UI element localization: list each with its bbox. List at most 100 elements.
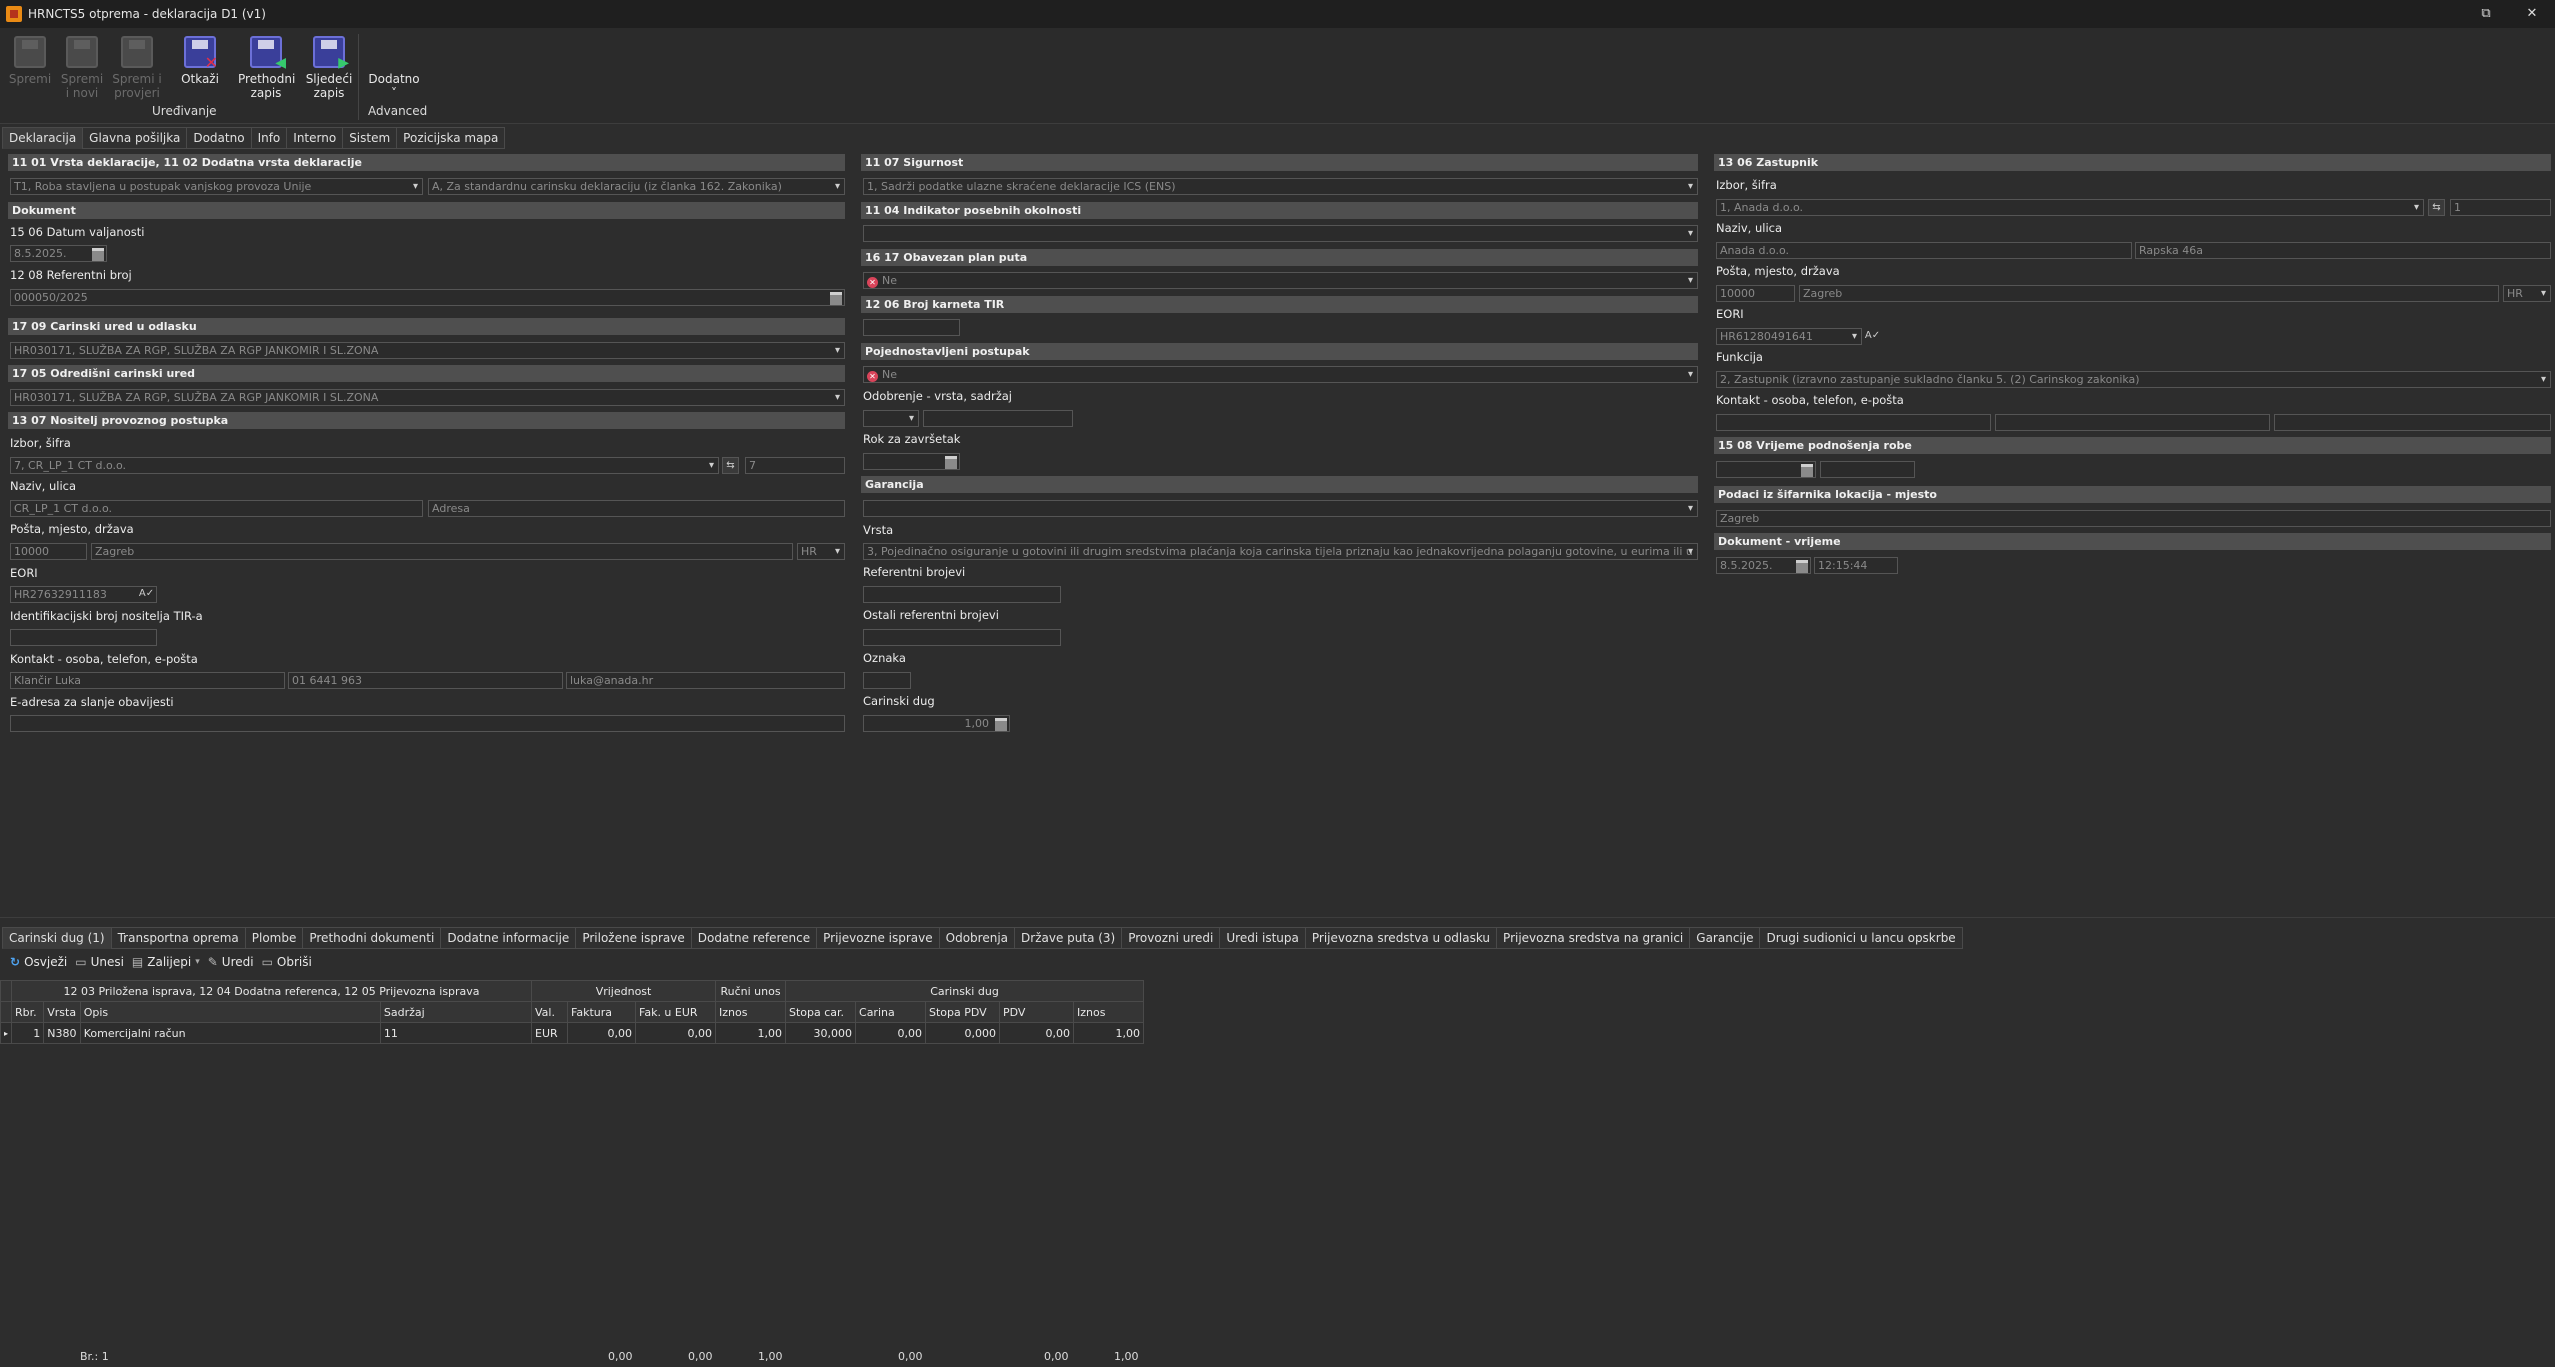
kontakt-osoba-field[interactable]: Klančir Luka — [10, 672, 285, 689]
refresh-button[interactable]: ↻ Osvježi — [10, 955, 67, 969]
nositelj-eori-field[interactable]: HR27632911183 — [10, 586, 157, 603]
e-adresa-field[interactable] — [10, 715, 845, 732]
next-record-button[interactable]: Sljedećizapis — [301, 36, 357, 100]
zastupnik-posta-field[interactable]: 10000 — [1716, 285, 1795, 302]
lookup-icon[interactable]: ⇆ — [722, 457, 739, 474]
odobrenje-sadrzaj-field[interactable] — [923, 410, 1073, 427]
col-val[interactable]: Val. — [531, 1001, 569, 1023]
referentni-broj-field[interactable]: 000050/2025 — [10, 289, 845, 306]
paste-button[interactable]: ▤ Zalijepi ▾ — [132, 955, 200, 969]
zastupnik-telefon-field[interactable] — [1995, 414, 2270, 431]
pojednostavljeni-select[interactable]: ✕ Ne — [863, 366, 1698, 383]
tab-drugi-sudionici[interactable]: Drugi sudionici u lancu opskrbe — [1759, 927, 1963, 949]
zastupnik-drzava-select[interactable]: HR — [2503, 285, 2551, 302]
rok-zavrsetak-field[interactable] — [863, 453, 960, 470]
tab-glavna-posiljka[interactable]: Glavna pošiljka — [82, 127, 188, 149]
tab-sistem[interactable]: Sistem — [342, 127, 398, 149]
tab-prijevozna-sredstva-granica[interactable]: Prijevozna sredstva na granici — [1496, 927, 1691, 949]
tab-prijevozne-isprave[interactable]: Prijevozne isprave — [816, 927, 940, 949]
nositelj-posta-field[interactable]: 10000 — [10, 543, 87, 560]
zastupnik-ulica-field[interactable]: Rapska 46a — [2135, 242, 2551, 259]
dodatna-vrsta-select[interactable]: A, Za standardnu carinsku deklaraciju (i… — [428, 178, 845, 195]
tab-deklaracija[interactable]: Deklaracija — [2, 127, 84, 149]
tab-dodatno[interactable]: Dodatno — [186, 127, 252, 149]
kontakt-email-field[interactable]: luka@anada.hr — [566, 672, 845, 689]
save-check-button[interactable]: Spremi i provjeri — [109, 36, 165, 100]
nositelj-naziv-field[interactable]: CR_LP_1 CT d.o.o. — [10, 500, 423, 517]
col-stopa-car[interactable]: Stopa car. — [785, 1001, 857, 1023]
oznaka-field[interactable] — [863, 672, 911, 689]
table-row[interactable]: ▸ 1 N380 Komercijalni račun 11 EUR 0,00 … — [0, 1022, 1145, 1044]
col-fak-eur[interactable]: Fak. u EUR — [635, 1001, 717, 1023]
indikator-select[interactable] — [863, 225, 1698, 242]
nositelj-adresa-field[interactable]: Adresa — [428, 500, 845, 517]
ured-odlaska-select[interactable]: HR030171, SLUŽBA ZA RGP, SLUŽBA ZA RGP J… — [10, 342, 845, 359]
edit-button[interactable]: ✎ Uredi — [208, 955, 254, 969]
col-pdv[interactable]: PDV — [999, 1001, 1075, 1023]
tab-pozicijska-mapa[interactable]: Pozicijska mapa — [396, 127, 506, 149]
tab-prilozene-isprave[interactable]: Priložene isprave — [575, 927, 692, 949]
delete-button[interactable]: ▭ Obriši — [262, 955, 312, 969]
dokument-datum-field[interactable]: 8.5.2025. — [1716, 557, 1811, 574]
close-button[interactable]: ✕ — [2509, 0, 2555, 28]
nositelj-sifra-field[interactable]: 7 — [745, 457, 845, 474]
zastupnik-eori-select[interactable]: HR61280491641 — [1716, 328, 1862, 345]
tab-carinski-dug[interactable]: Carinski dug (1) — [2, 927, 112, 949]
splitter[interactable] — [0, 917, 2555, 921]
col-faktura[interactable]: Faktura — [567, 1001, 637, 1023]
garancija-select[interactable] — [863, 500, 1698, 517]
vrsta-deklaracije-select[interactable]: T1, Roba stavljena u postupak vanjskog p… — [10, 178, 423, 195]
nositelj-izbor-select[interactable]: 7, CR_LP_1 CT d.o.o. — [10, 457, 719, 474]
col-sadrzaj[interactable]: Sadržaj — [379, 1001, 533, 1023]
dokument-vrijeme-field[interactable]: 12:15:44 — [1814, 557, 1898, 574]
garancija-vrsta-select[interactable]: 3, Pojedinačno osiguranje u gotovini ili… — [863, 543, 1698, 560]
odredisni-ured-select[interactable]: HR030171, SLUŽBA ZA RGP, SLUŽBA ZA RGP J… — [10, 389, 845, 406]
zastupnik-osoba-field[interactable] — [1716, 414, 1991, 431]
col-vrsta[interactable]: Vrsta — [43, 1001, 81, 1023]
ostali-referentni-field[interactable] — [863, 629, 1061, 646]
lokacija-mjesto-field[interactable]: Zagreb — [1716, 510, 2551, 527]
col-iznos-rucni[interactable]: Iznos — [715, 1001, 787, 1023]
tab-odobrenja[interactable]: Odobrenja — [938, 927, 1016, 949]
zastupnik-naziv-field[interactable]: Anada d.o.o. — [1716, 242, 2132, 259]
vrijeme-datum-field[interactable] — [1716, 461, 1816, 478]
tab-dodatne-informacije[interactable]: Dodatne informacije — [440, 927, 577, 949]
col-stopa-pdv[interactable]: Stopa PDV — [925, 1001, 1001, 1023]
tab-provozni-uredi[interactable]: Provozni uredi — [1121, 927, 1221, 949]
tab-drzave-puta[interactable]: Države puta (3) — [1014, 927, 1123, 949]
sigurnost-select[interactable]: 1, Sadrži podatke ulazne skraćene deklar… — [863, 178, 1698, 195]
lookup-icon[interactable]: ⇆ — [2428, 199, 2445, 216]
tab-prijevozna-sredstva-odlazak[interactable]: Prijevozna sredstva u odlasku — [1304, 927, 1498, 949]
previous-record-button[interactable]: Prethodnizapis — [238, 36, 295, 100]
tab-interno[interactable]: Interno — [286, 127, 344, 149]
tab-transportna-oprema[interactable]: Transportna oprema — [110, 927, 246, 949]
nositelj-drzava-select[interactable]: HR — [797, 543, 845, 560]
plan-puta-select[interactable]: ✕ Ne — [863, 272, 1698, 289]
col-rbr[interactable]: Rbr. — [11, 1001, 45, 1023]
zastupnik-izbor-select[interactable]: 1, Anada d.o.o. — [1716, 199, 2424, 216]
zastupnik-sifra-field[interactable]: 1 — [2450, 199, 2551, 216]
col-iznos[interactable]: Iznos — [1073, 1001, 1145, 1023]
save-button[interactable]: Spremi — [2, 36, 58, 86]
carinski-dug-field[interactable]: 1,00 — [863, 715, 1010, 732]
nositelj-mjesto-field[interactable]: Zagreb — [91, 543, 793, 560]
tab-dodatne-reference[interactable]: Dodatne reference — [690, 927, 818, 949]
col-opis[interactable]: Opis — [79, 1001, 381, 1023]
more-dropdown[interactable]: Dodatno ˅ — [366, 72, 422, 100]
karnet-tir-field[interactable] — [863, 319, 960, 336]
odobrenje-vrsta-select[interactable] — [863, 410, 919, 427]
tab-uredi-istupa[interactable]: Uredi istupa — [1219, 927, 1306, 949]
eori-check-icon[interactable]: A✓ — [1864, 328, 1881, 345]
funkcija-select[interactable]: 2, Zastupnik (izravno zastupanje sukladn… — [1716, 371, 2551, 388]
tab-garancije[interactable]: Garancije — [1689, 927, 1761, 949]
cancel-button[interactable]: Otkaži — [172, 36, 228, 86]
zastupnik-email-field[interactable] — [2274, 414, 2551, 431]
col-carina[interactable]: Carina — [855, 1001, 927, 1023]
insert-button[interactable]: ▭ Unesi — [75, 955, 124, 969]
vrijeme-sat-field[interactable] — [1820, 461, 1915, 478]
referentni-brojevi-field[interactable] — [863, 586, 1061, 603]
zastupnik-mjesto-field[interactable]: Zagreb — [1799, 285, 2499, 302]
tir-id-field[interactable] — [10, 629, 157, 646]
datum-valjanosti-field[interactable]: 8.5.2025. — [10, 245, 107, 262]
tab-info[interactable]: Info — [250, 127, 288, 149]
